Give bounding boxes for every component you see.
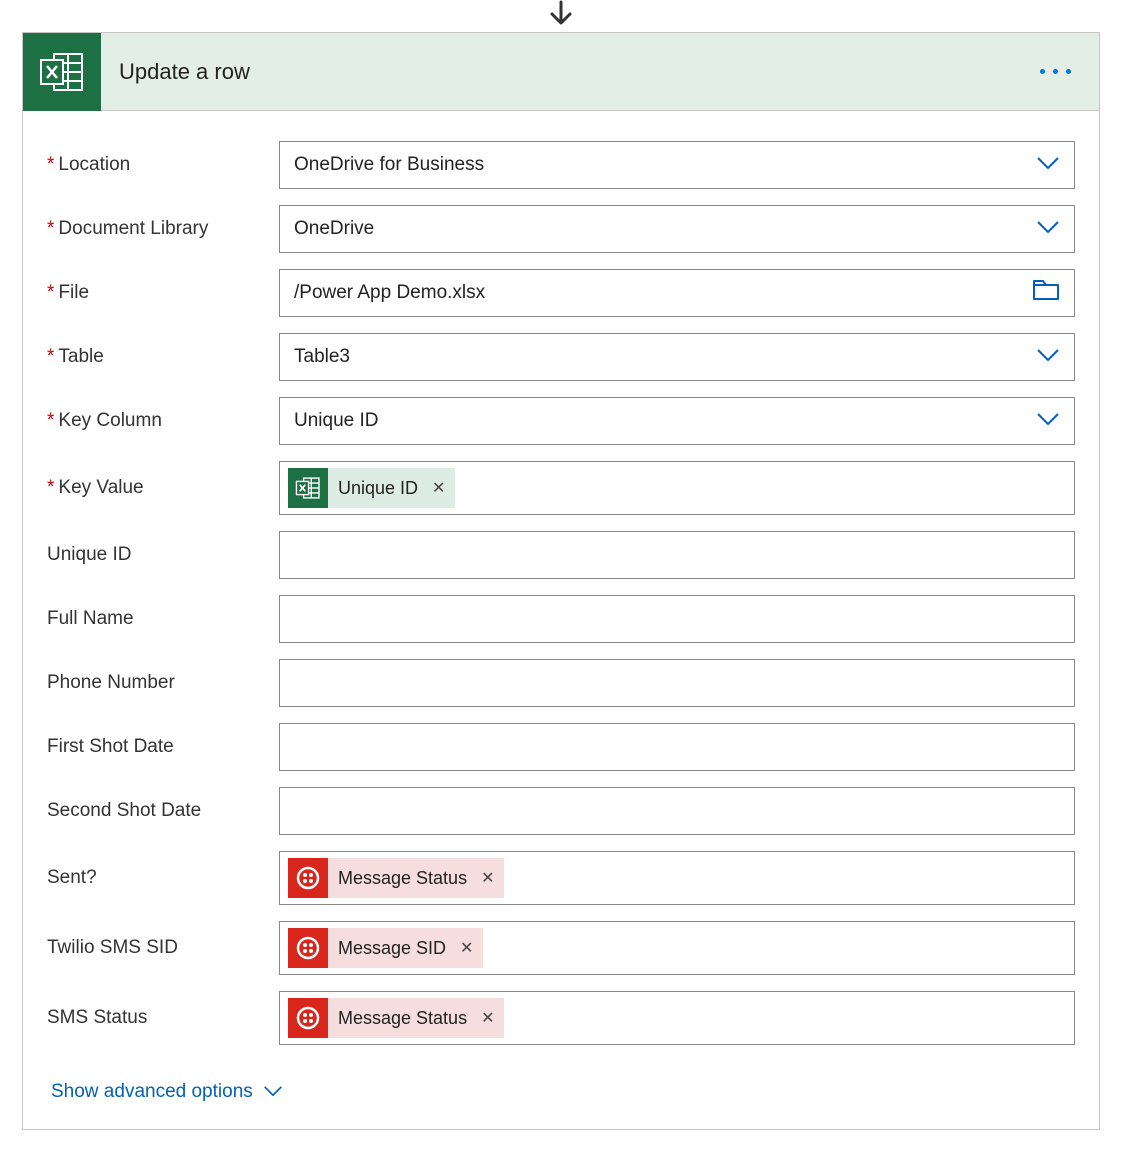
label-key-column: *Key Column bbox=[47, 410, 279, 432]
phone-number-input[interactable] bbox=[279, 659, 1075, 707]
label-phone-number: Phone Number bbox=[47, 672, 279, 694]
excel-icon bbox=[288, 468, 328, 508]
twilio-icon bbox=[288, 998, 328, 1038]
twilio-sms-sid-field[interactable]: Message SID ✕ bbox=[279, 921, 1075, 975]
label-table: *Table bbox=[47, 346, 279, 368]
label-first-shot-date: First Shot Date bbox=[47, 736, 279, 758]
label-key-value: *Key Value bbox=[47, 477, 279, 499]
location-dropdown[interactable]: OneDrive for Business bbox=[279, 141, 1075, 189]
file-picker[interactable]: /Power App Demo.xlsx bbox=[279, 269, 1075, 317]
twilio-icon bbox=[288, 928, 328, 968]
chevron-down-icon bbox=[1036, 346, 1060, 368]
remove-token-icon[interactable]: ✕ bbox=[481, 868, 494, 888]
more-options-button[interactable] bbox=[1040, 69, 1071, 74]
flow-arrow-down-icon bbox=[22, 0, 1100, 28]
token-twilio-message-status[interactable]: Message Status ✕ bbox=[288, 998, 504, 1038]
chevron-down-icon bbox=[1036, 410, 1060, 432]
show-advanced-options-link[interactable]: Show advanced options bbox=[51, 1081, 283, 1103]
document-library-dropdown[interactable]: OneDrive bbox=[279, 205, 1075, 253]
label-location: *Location bbox=[47, 154, 279, 176]
remove-token-icon[interactable]: ✕ bbox=[481, 1008, 494, 1028]
label-sms-status: SMS Status bbox=[47, 1007, 279, 1029]
twilio-icon bbox=[288, 858, 328, 898]
folder-icon[interactable] bbox=[1032, 279, 1060, 307]
label-sent: Sent? bbox=[47, 867, 279, 889]
token-label: Message SID bbox=[338, 938, 446, 959]
label-full-name: Full Name bbox=[47, 608, 279, 630]
sent-field[interactable]: Message Status ✕ bbox=[279, 851, 1075, 905]
sms-status-field[interactable]: Message Status ✕ bbox=[279, 991, 1075, 1045]
token-excel-unique-id[interactable]: Unique ID ✕ bbox=[288, 468, 455, 508]
excel-icon bbox=[23, 33, 101, 111]
label-unique-id: Unique ID bbox=[47, 544, 279, 566]
first-shot-date-input[interactable] bbox=[279, 723, 1075, 771]
token-twilio-message-sid[interactable]: Message SID ✕ bbox=[288, 928, 483, 968]
action-card: Update a row *Location OneDrive for Busi… bbox=[22, 32, 1100, 1130]
remove-token-icon[interactable]: ✕ bbox=[432, 478, 445, 498]
chevron-down-icon bbox=[1036, 218, 1060, 240]
key-value-field[interactable]: Unique ID ✕ bbox=[279, 461, 1075, 515]
label-document-library: *Document Library bbox=[47, 218, 279, 240]
token-label: Unique ID bbox=[338, 478, 418, 499]
second-shot-date-input[interactable] bbox=[279, 787, 1075, 835]
card-title: Update a row bbox=[119, 59, 1040, 85]
token-twilio-message-status[interactable]: Message Status ✕ bbox=[288, 858, 504, 898]
unique-id-input[interactable] bbox=[279, 531, 1075, 579]
full-name-input[interactable] bbox=[279, 595, 1075, 643]
table-dropdown[interactable]: Table3 bbox=[279, 333, 1075, 381]
token-label: Message Status bbox=[338, 868, 467, 889]
card-body: *Location OneDrive for Business *Documen… bbox=[23, 111, 1099, 1129]
card-header[interactable]: Update a row bbox=[23, 33, 1099, 111]
label-second-shot-date: Second Shot Date bbox=[47, 800, 279, 822]
chevron-down-icon bbox=[1036, 154, 1060, 176]
key-column-dropdown[interactable]: Unique ID bbox=[279, 397, 1075, 445]
remove-token-icon[interactable]: ✕ bbox=[460, 938, 473, 958]
label-twilio-sms-sid: Twilio SMS SID bbox=[47, 937, 279, 959]
token-label: Message Status bbox=[338, 1008, 467, 1029]
chevron-down-icon bbox=[263, 1081, 283, 1103]
label-file: *File bbox=[47, 282, 279, 304]
